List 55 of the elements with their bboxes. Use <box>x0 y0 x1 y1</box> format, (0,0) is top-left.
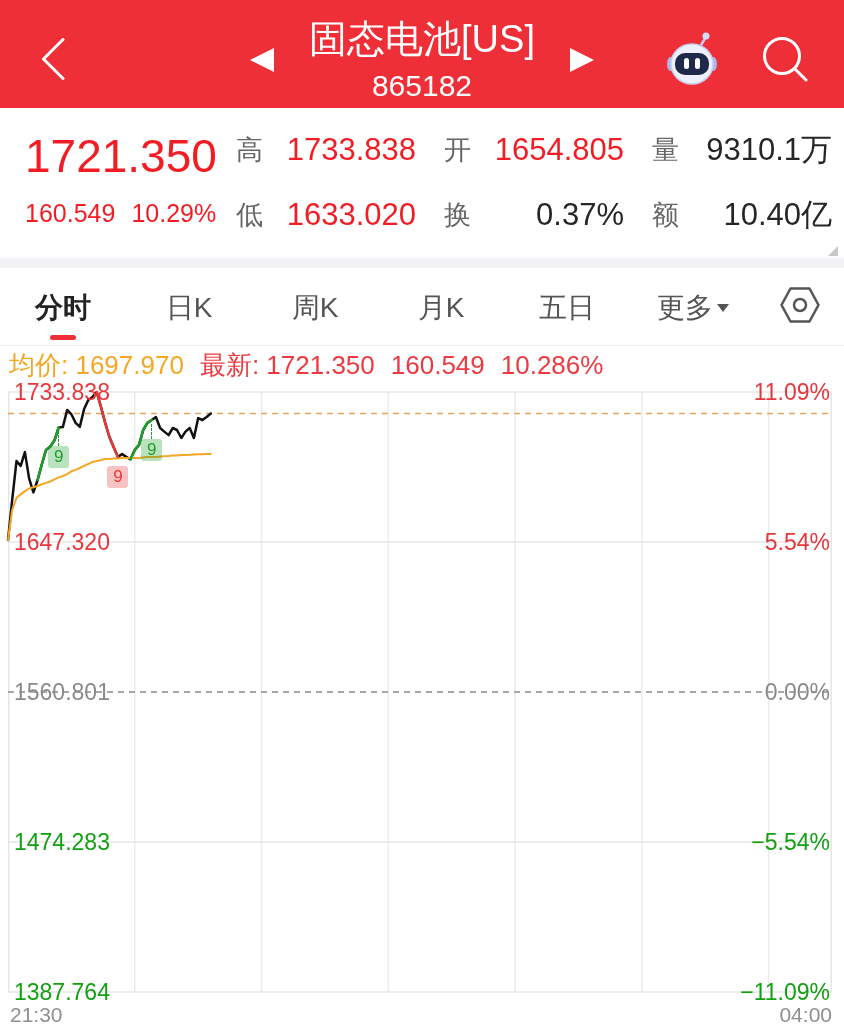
robot-icon <box>666 31 718 87</box>
stat-value: 0.37% <box>536 197 624 233</box>
annotation: 9 <box>141 438 163 461</box>
chart-legend-text: 最新: 1721.350 <box>199 352 375 378</box>
stat-value: 10.40亿 <box>723 197 832 233</box>
chart-tab[interactable]: 月K <box>378 268 504 345</box>
chart-tab[interactable]: 日K <box>126 268 252 345</box>
stat-value: 1633.020 <box>286 197 416 233</box>
chart-tab[interactable]: 周K <box>252 268 378 345</box>
left-triangle-icon <box>250 48 275 72</box>
stat-label: 量 <box>652 134 679 166</box>
percent-axis-label: 0.00% <box>764 679 830 705</box>
previous-stock-button[interactable] <box>250 48 275 72</box>
stat-label: 额 <box>652 199 679 231</box>
corner-triangle-icon <box>828 246 838 256</box>
chart-legend-text: 均价: 1697.970 <box>9 352 184 378</box>
chart-tab[interactable]: 五日 <box>504 268 630 345</box>
search-button[interactable] <box>762 36 808 82</box>
price-axis-label: 1474.283 <box>14 829 110 855</box>
percent-axis-label: −11.09% <box>740 979 830 1005</box>
stat-label: 高 <box>236 134 263 166</box>
selected-tab-indicator <box>50 335 76 340</box>
price-change-percent: 10.29% <box>131 198 217 228</box>
stat-label: 低 <box>236 199 263 231</box>
time-axis-label: 04:00 <box>779 1006 832 1024</box>
stat-value: 1733.838 <box>286 132 416 168</box>
last-price: 1721.350 <box>25 129 218 184</box>
next-stock-button[interactable] <box>569 48 594 72</box>
caret-down-icon <box>717 304 729 312</box>
stock-title: 固态电池[US] <box>309 17 535 61</box>
assistant-button[interactable] <box>666 31 718 87</box>
annotation: 9 <box>107 465 129 488</box>
price-change: 160.549 <box>25 198 116 228</box>
more-menu-tab[interactable]: 更多 <box>630 268 756 345</box>
price-axis-label: 1387.764 <box>14 979 110 1005</box>
price-axis-label: 1733.838 <box>14 379 110 405</box>
percent-axis-label: 11.09% <box>753 379 830 405</box>
stat-value: 9310.1万 <box>706 132 832 168</box>
stock-code: 865182 <box>371 69 473 103</box>
annotation: 9 <box>48 446 70 469</box>
stat-label: 换 <box>444 199 471 231</box>
percent-axis-label: 5.54% <box>764 529 830 555</box>
stat-value: 1654.805 <box>494 132 624 168</box>
back-icon <box>41 38 65 80</box>
price-axis-label: 1647.320 <box>14 529 110 555</box>
chart-tab[interactable]: 分时 <box>0 268 126 345</box>
price-axis-label: 1560.801 <box>14 679 110 705</box>
percent-axis-label: −5.54% <box>751 829 830 855</box>
search-icon <box>762 36 808 82</box>
chart-legend-text: 10.286% <box>500 352 604 378</box>
hexagon-settings-icon <box>780 286 820 323</box>
stat-label: 开 <box>444 134 471 166</box>
right-triangle-icon <box>569 48 594 72</box>
time-axis-label: 21:30 <box>10 1006 63 1024</box>
chart-legend-text: 160.549 <box>390 352 485 378</box>
